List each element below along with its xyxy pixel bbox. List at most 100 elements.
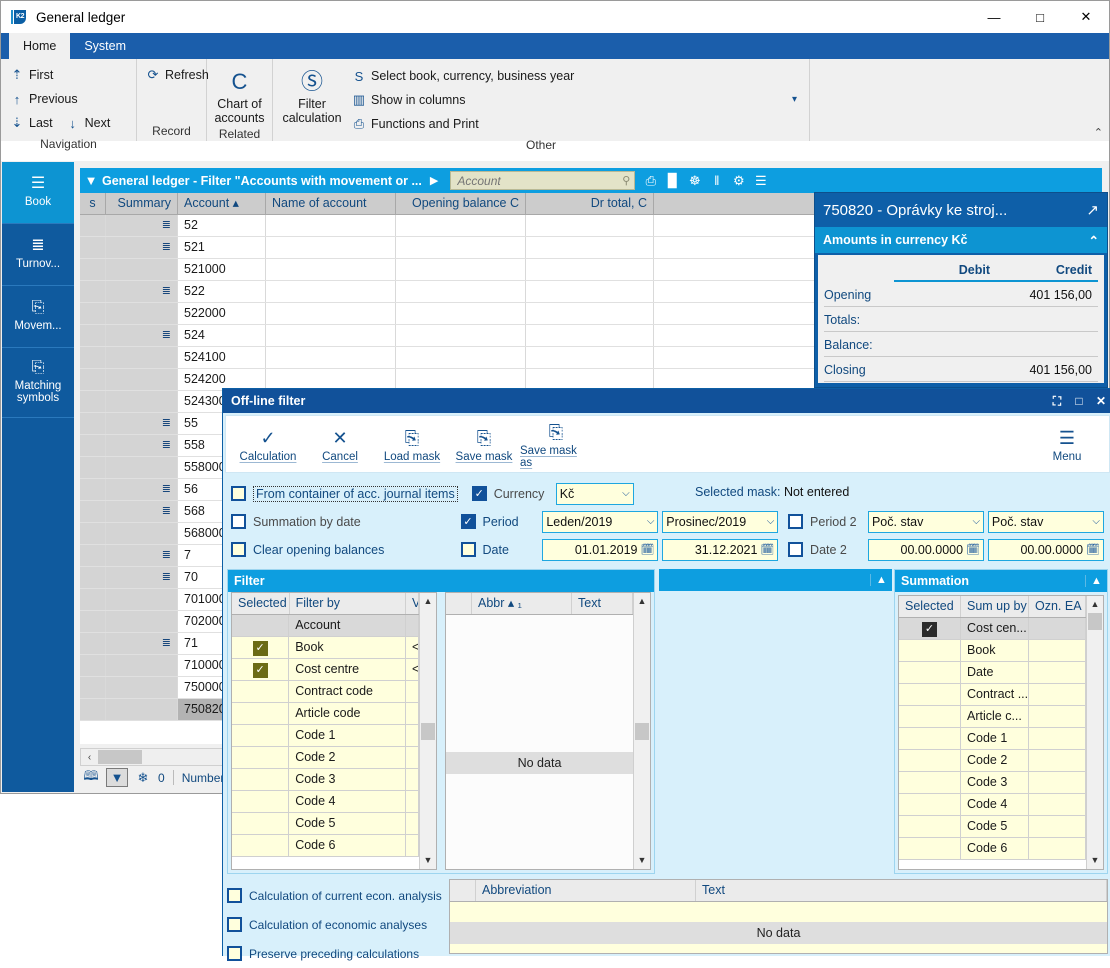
scroll-thumb[interactable] xyxy=(98,750,142,764)
summation-cell-selected[interactable] xyxy=(899,794,961,815)
filter-cell-value[interactable] xyxy=(406,681,419,702)
summation-cell-selected[interactable] xyxy=(899,662,961,683)
summation-col-sum-up-by[interactable]: Sum up by xyxy=(961,596,1029,617)
table-row[interactable]: Code 1 xyxy=(899,728,1086,750)
summation-cell-ozn-ea[interactable] xyxy=(1029,728,1086,749)
share-tree-icon[interactable]: ☸ xyxy=(685,173,704,189)
summation-cell-ozn-ea[interactable] xyxy=(1029,750,1086,771)
scroll-up-icon[interactable]: ▲ xyxy=(634,593,650,610)
refresh-button[interactable]: ⟳ Refresh xyxy=(141,63,217,87)
date-to-input[interactable]: 31.12.2021 🗓 xyxy=(662,538,779,561)
open-in-new-icon[interactable]: ↗ xyxy=(1086,201,1099,219)
save-mask-as-button[interactable]: ⎘ Save mask as xyxy=(520,419,592,469)
play-dropdown-icon[interactable]: ▶ xyxy=(422,174,446,187)
table-row[interactable]: Account xyxy=(232,615,419,637)
table-row[interactable]: ✓ Cost cen... xyxy=(899,618,1086,640)
table-row[interactable]: Code 3 xyxy=(899,772,1086,794)
summation-cell-selected[interactable] xyxy=(899,640,961,661)
close-button[interactable]: ✕ xyxy=(1063,2,1109,33)
table-row[interactable]: Code 4 xyxy=(899,794,1086,816)
scroll-thumb[interactable] xyxy=(635,722,649,740)
summation-cell-selected[interactable] xyxy=(899,838,961,859)
print-icon[interactable]: ⎙ xyxy=(641,173,660,189)
cancel-button[interactable]: ✕ Cancel xyxy=(304,425,376,463)
chevron-up-icon[interactable]: ▲ xyxy=(1085,575,1107,587)
table-row[interactable]: Code 6 xyxy=(899,838,1086,860)
grid-col-name-of-account[interactable]: Name of account xyxy=(266,193,396,214)
funnel-icon[interactable]: ▼ xyxy=(80,173,102,188)
table-row[interactable]: Code 5 xyxy=(899,816,1086,838)
last-button[interactable]: ⇣ Last xyxy=(5,111,61,135)
funnel-icon[interactable]: ▼ xyxy=(106,768,128,787)
scroll-left-icon[interactable]: ‹ xyxy=(81,752,98,763)
settings-gear-icon[interactable]: ⚙ xyxy=(729,173,748,189)
detail-table-scrollbar[interactable]: ▲ ▼ xyxy=(633,593,650,869)
grid-col-dr-total[interactable]: Dr total, C xyxy=(526,193,654,214)
table-row[interactable]: Code 2 xyxy=(232,747,419,769)
filter-cell-selected[interactable] xyxy=(232,747,290,768)
grid-col-s[interactable]: s xyxy=(80,193,106,214)
calc-current-econ-analysis-checkbox[interactable] xyxy=(227,888,242,903)
chart-of-accounts-button[interactable]: C Chart of accounts xyxy=(211,63,268,125)
calendar-icon[interactable]: 🗓 xyxy=(1083,543,1100,556)
filter-cell-value[interactable]: <U> xyxy=(406,637,419,658)
table-row[interactable]: Code 3 xyxy=(232,769,419,791)
summation-cell-ozn-ea[interactable] xyxy=(1029,684,1086,705)
tab-system[interactable]: System xyxy=(70,33,140,59)
bottom-col-abbreviation[interactable]: Abbreviation xyxy=(476,880,696,901)
table-row[interactable]: Date xyxy=(899,662,1086,684)
calculation-button[interactable]: ✓ Calculation xyxy=(232,425,304,463)
date-from-input[interactable]: 01.01.2019 🗓 xyxy=(542,538,659,561)
next-button[interactable]: ↓ Next xyxy=(61,111,119,135)
filter-cell-selected[interactable] xyxy=(232,615,290,636)
calendar-icon[interactable]: 🗓 xyxy=(757,543,774,556)
sidebar-item-turnover[interactable]: ≣ Turnov... xyxy=(2,224,74,286)
detail-col-text[interactable]: Text xyxy=(572,593,633,614)
first-button[interactable]: ⇡ First xyxy=(5,63,61,87)
date2-from-input[interactable]: 00.00.0000 🗓 xyxy=(867,538,985,561)
filter-table-scrollbar[interactable]: ▲ ▼ xyxy=(419,593,436,869)
summation-cell-selected[interactable] xyxy=(899,816,961,837)
filter-cell-value[interactable] xyxy=(406,835,419,856)
table-row[interactable]: ✓ Cost centre<EXP> xyxy=(232,659,419,681)
bottom-col-text[interactable]: Text xyxy=(696,880,1107,901)
summation-cell-ozn-ea[interactable] xyxy=(1029,640,1086,661)
bar-chart-icon[interactable]: ▉ xyxy=(663,173,682,189)
sidebar-item-matching-symbols[interactable]: ⎘ Matching symbols xyxy=(2,348,74,418)
filter-cell-value[interactable] xyxy=(406,703,419,724)
table-row[interactable]: Book xyxy=(899,640,1086,662)
filter-cell-value[interactable] xyxy=(406,813,419,834)
columns-icon[interactable]: ‖ xyxy=(707,173,726,188)
filter-cell-value[interactable]: <EXP> xyxy=(406,659,419,680)
filter-cell-selected[interactable] xyxy=(232,681,290,702)
previous-button[interactable]: ↑ Previous xyxy=(5,87,86,111)
show-in-columns-button[interactable]: ▥ Show in columns xyxy=(347,88,582,112)
maximize-button[interactable]: □ xyxy=(1017,2,1063,33)
currency-select[interactable]: Kč ⌵ xyxy=(555,482,634,505)
summation-cell-selected[interactable] xyxy=(899,684,961,705)
summation-cell-selected[interactable] xyxy=(899,728,961,749)
minimize-button[interactable]: — xyxy=(971,2,1017,33)
calendar-icon[interactable]: 🗓 xyxy=(963,543,980,556)
ribbon-collapse-icon[interactable]: ⌃ xyxy=(1094,126,1103,139)
filter-col-value[interactable]: Value xyxy=(406,593,419,614)
scroll-thumb[interactable] xyxy=(1088,613,1102,630)
clear-opening-balances-checkbox[interactable] xyxy=(231,542,246,557)
preserve-preceding-calculations-checkbox[interactable] xyxy=(227,946,242,961)
summation-cell-ozn-ea[interactable] xyxy=(1029,838,1086,859)
book-icon[interactable]: 🕮 xyxy=(80,768,102,787)
period2-to-select[interactable]: Poč. stav ⌵ xyxy=(987,510,1104,533)
filter-cell-value[interactable] xyxy=(406,725,419,746)
summation-by-date-checkbox[interactable] xyxy=(231,514,246,529)
summation-cell-ozn-ea[interactable] xyxy=(1029,794,1086,815)
filter-cell-selected[interactable] xyxy=(232,703,290,724)
chevron-up-icon[interactable]: ⌃ xyxy=(1089,233,1099,248)
filter-cell-selected[interactable] xyxy=(232,769,290,790)
summation-cell-ozn-ea[interactable] xyxy=(1029,772,1086,793)
filter-cell-selected[interactable]: ✓ xyxy=(232,637,290,658)
table-row[interactable]: Code 2 xyxy=(899,750,1086,772)
summation-cell-selected[interactable] xyxy=(899,772,961,793)
detail-col-blank[interactable] xyxy=(446,593,472,614)
tab-home[interactable]: Home xyxy=(9,33,71,59)
from-container-checkbox[interactable] xyxy=(231,486,246,501)
